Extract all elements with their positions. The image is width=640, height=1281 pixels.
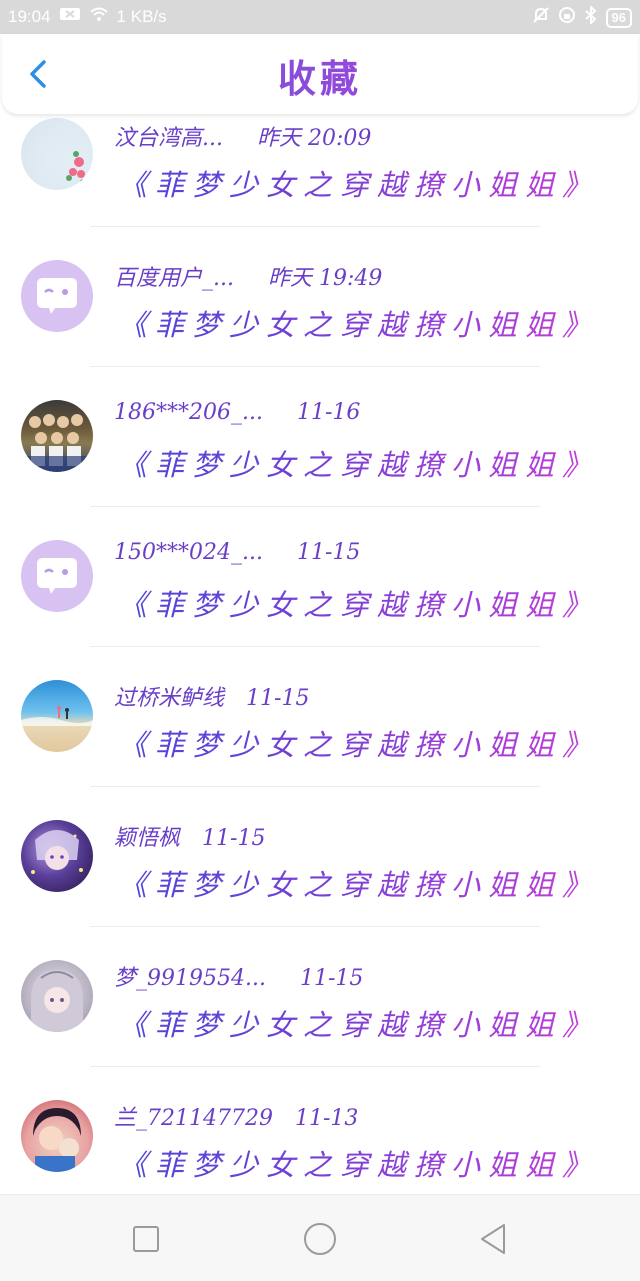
item-time: 11-13 [294,1106,359,1131]
wifi-icon [89,6,109,28]
item-user: 150***024_... [114,540,263,565]
item-book-title[interactable]: 《菲梦少女之穿越撩小姐姐》 [118,582,599,624]
item-book-title[interactable]: 《菲梦少女之穿越撩小姐姐》 [118,722,599,764]
bluetooth-icon [584,4,598,30]
item-book-title[interactable]: 《菲梦少女之穿越撩小姐姐》 [118,162,599,204]
lock-rotation-icon [558,6,576,30]
item-user: 梦_9919554... [114,966,266,991]
status-time: 19:04 [8,7,51,26]
list-item[interactable]: 汶台湾高... 昨天 20:09 《菲梦少女之穿越撩小姐姐》 [0,114,640,248]
favorites-list: 汶台湾高... 昨天 20:09 《菲梦少女之穿越撩小姐姐》 百度用户_... 昨天… [0,114,640,1194]
item-meta: 186***206_... 11-16 [114,400,360,425]
anime-girl-avatar[interactable] [21,960,93,1032]
list-item[interactable]: 兰_721147729 11-13 《菲梦少女之穿越撩小姐姐》 [0,1088,640,1194]
list-item[interactable]: 186***206_... 11-16 《菲梦少女之穿越撩小姐姐》 [0,388,640,528]
item-book-title[interactable]: 《菲梦少女之穿越撩小姐姐》 [118,862,599,904]
item-meta: 百度用户_... 昨天 19:49 [114,260,382,292]
item-user: 186***206_... [114,400,263,425]
item-book-title[interactable]: 《菲梦少女之穿越撩小姐姐》 [118,302,599,344]
item-meta: 汶台湾高... 昨天 20:09 [114,120,371,152]
notification-icon [59,6,81,28]
flower-avatar[interactable] [21,118,93,190]
item-time: 11-15 [202,826,266,851]
triangle-back-icon [481,1224,505,1254]
item-book-title[interactable]: 《菲梦少女之穿越撩小姐姐》 [118,1142,599,1184]
divider [90,226,540,227]
list-item[interactable]: 150***024_... 11-15 《菲梦少女之穿越撩小姐姐》 [0,528,640,668]
divider [90,1066,540,1067]
bubble-avatar[interactable] [21,260,93,332]
item-meta: 梦_9919554... 11-15 [114,960,363,992]
item-time: 11-15 [296,540,361,565]
square-icon [133,1226,159,1252]
back-nav-button[interactable] [474,1219,514,1259]
status-bar: 19:04 1 KB/s 96 [0,0,640,34]
item-meta: 兰_721147729 11-13 [114,1100,358,1132]
battery-indicator: 96 [605,8,632,28]
item-meta: 过桥米鲈线 11-15 [114,680,309,712]
list-item[interactable]: 百度用户_... 昨天 19:49 《菲梦少女之穿越撩小姐姐》 [0,248,640,388]
item-user: 兰_721147729 [114,1106,273,1131]
divider [90,786,540,787]
recents-button[interactable] [126,1219,166,1259]
divider [90,366,540,367]
item-time: 昨天 19:49 [267,266,383,291]
list-item[interactable]: 颖悟枫 11-15 《菲梦少女之穿越撩小姐姐》 [0,808,640,948]
item-meta: 颖悟枫 11-15 [114,820,265,852]
item-meta: 150***024_... 11-15 [114,540,360,565]
mute-bell-icon [532,6,550,30]
item-time: 11-15 [246,686,310,711]
network-speed: 1 KB/s [116,7,167,26]
item-user: 过桥米鲈线 [114,686,225,711]
circle-icon [304,1223,336,1255]
item-user: 百度用户_... [114,266,234,291]
app-header: 收藏 [2,34,638,114]
item-time: 11-16 [296,400,361,425]
list-item[interactable]: 梦_9919554... 11-15 《菲梦少女之穿越撩小姐姐》 [0,948,640,1088]
home-button[interactable] [300,1219,340,1259]
beach-avatar[interactable] [21,680,93,752]
list-item[interactable]: 过桥米鲈线 11-15 《菲梦少女之穿越撩小姐姐》 [0,668,640,808]
item-book-title[interactable]: 《菲梦少女之穿越撩小姐姐》 [118,442,599,484]
system-nav-bar [0,1194,640,1281]
bubble-avatar[interactable] [21,540,93,612]
item-time: 昨天 20:09 [256,126,372,151]
divider [90,646,540,647]
divider [90,926,540,927]
page-title: 收藏 [2,48,638,103]
ran-avatar[interactable] [21,1100,93,1172]
item-time: 11-15 [299,966,364,991]
divider [90,506,540,507]
anime-avatar[interactable] [21,820,93,892]
item-user: 汶台湾高... [114,126,223,151]
item-book-title[interactable]: 《菲梦少女之穿越撩小姐姐》 [118,1002,599,1044]
group-photo-avatar[interactable] [21,400,93,472]
item-user: 颖悟枫 [114,826,181,851]
